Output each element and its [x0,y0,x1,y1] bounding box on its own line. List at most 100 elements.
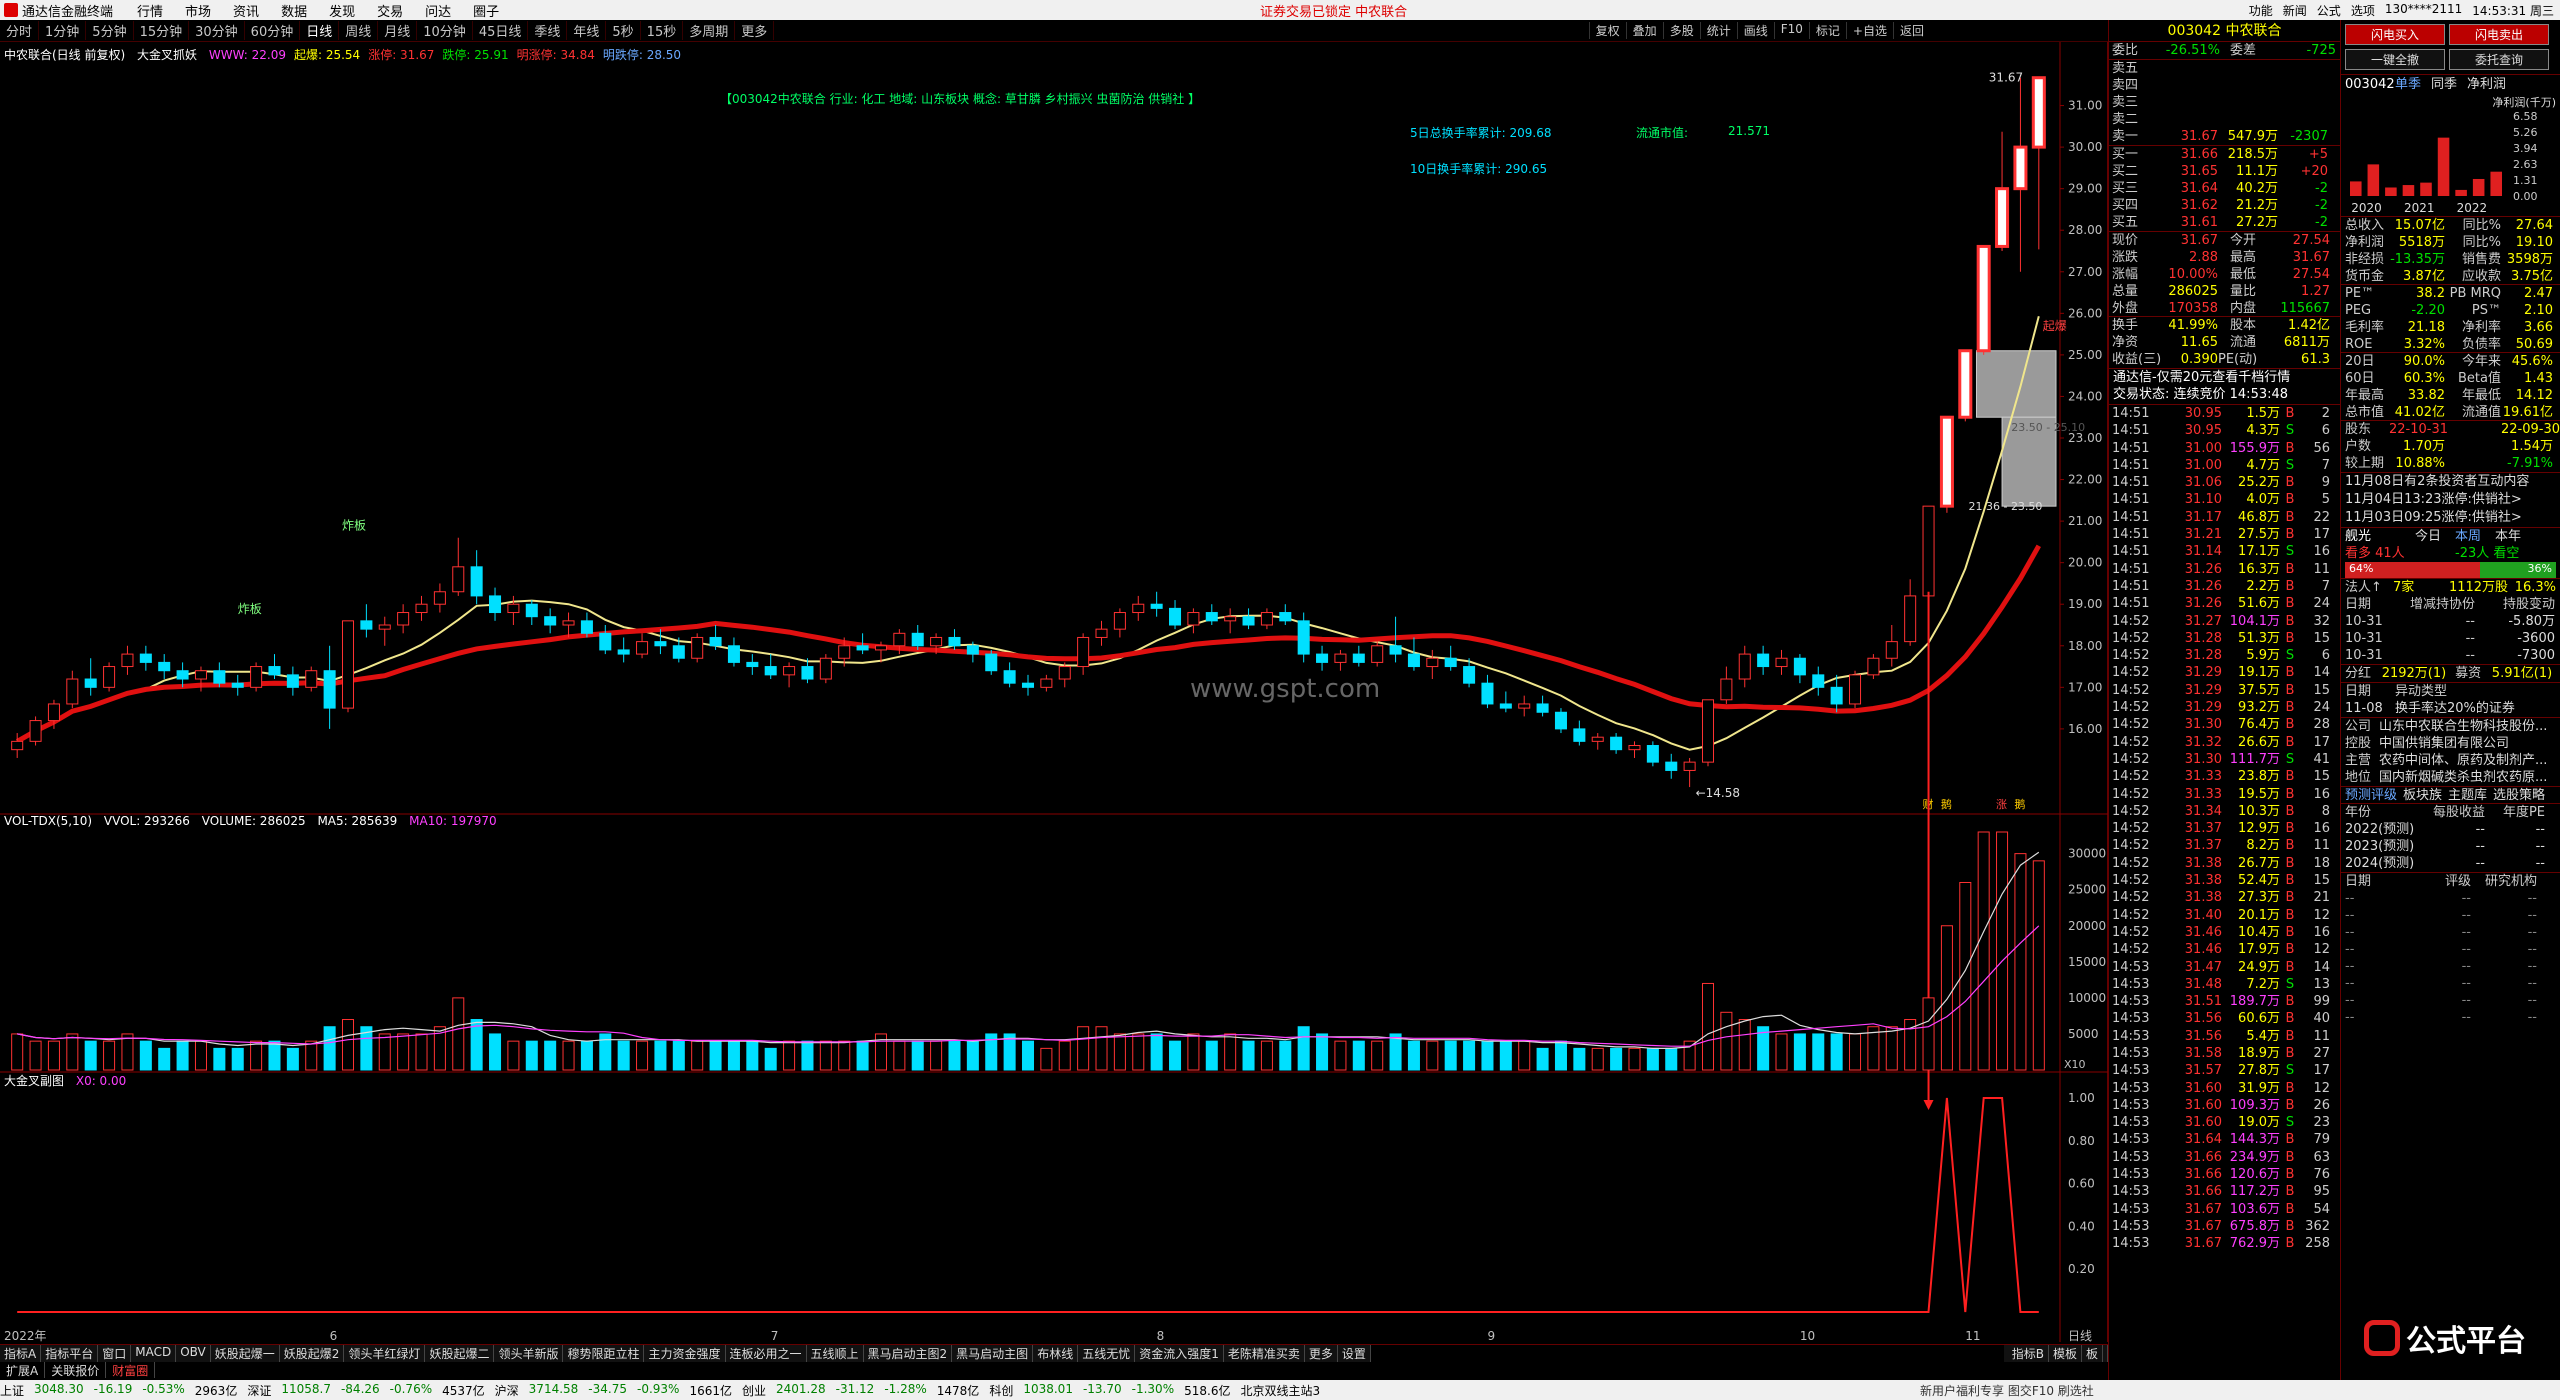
period-tab[interactable]: 周线 [339,21,379,40]
indicator-tab[interactable]: 连板必用之一 [725,1345,807,1362]
trade-button[interactable]: 闪电卖出 [2449,24,2549,45]
candle[interactable] [84,658,97,696]
indicator-tab[interactable]: 指标A [0,1345,42,1362]
period-tab[interactable]: 60分钟 [245,21,301,40]
candle[interactable] [286,666,299,696]
candle[interactable] [250,662,263,692]
indicator-tab[interactable]: 领头羊新版 [494,1345,564,1362]
candle[interactable] [1058,662,1071,688]
order-price[interactable]: 31.62 [2158,197,2218,214]
candle[interactable] [709,625,722,650]
candle[interactable] [1150,591,1163,617]
candle[interactable] [1573,720,1586,746]
title-right-item[interactable]: 130****2111 [2385,2,2462,19]
period-tab[interactable]: 5分钟 [86,21,134,40]
extension-tab[interactable]: 关联报价 [45,1362,107,1378]
menu-item[interactable]: 行情 [137,5,163,20]
indicator-tab[interactable]: 五线顺上 [806,1345,864,1362]
period-tab[interactable]: 季线 [528,21,568,40]
candle[interactable] [1757,645,1770,675]
candle[interactable] [1352,645,1365,667]
indicator-tab[interactable]: 五线无忧 [1078,1345,1136,1362]
candle[interactable] [1665,753,1678,779]
candle[interactable] [1279,604,1292,625]
candle[interactable] [819,654,832,684]
indicator-tab[interactable]: 指标平台 [41,1345,99,1362]
candle[interactable] [1169,600,1182,630]
candle[interactable] [1334,649,1347,671]
menu-item[interactable]: 数据 [281,5,307,20]
period-tab[interactable]: 45日线 [473,21,529,40]
candle[interactable] [1536,695,1549,717]
sentiment-today[interactable]: 今日 [2415,528,2455,545]
kline-chart[interactable]: 31.00 30.00 29.00 28.00 27.00 26.00 25.00 24.00… [0,42,2108,1342]
title-right-item[interactable]: 新闻 [2283,2,2307,19]
candle[interactable] [1444,645,1457,671]
chart-tool-button[interactable]: 复权 [1588,22,1626,39]
order-price[interactable] [2158,60,2218,77]
title-right-item[interactable]: 14:53:31 周三 [2472,2,2554,19]
candle[interactable] [2031,76,2046,250]
sentiment-week[interactable]: 本周 [2455,528,2495,545]
period-tab[interactable]: 更多 [735,21,775,40]
title-right-item[interactable]: 选项 [2351,2,2375,19]
candle[interactable] [397,604,410,634]
candle[interactable] [764,654,777,680]
f10-link[interactable]: 选股策略 [2493,787,2545,803]
sentiment-year[interactable]: 本年 [2495,528,2535,545]
candle[interactable] [985,649,998,675]
order-price[interactable]: 31.67 [2158,128,2218,145]
candle[interactable] [1775,649,1788,675]
indicator-tab[interactable]: 主力资金强度 [644,1345,726,1362]
candle[interactable] [1518,695,1531,717]
candle[interactable] [1260,608,1273,630]
candle[interactable] [1187,608,1200,634]
menu-item[interactable]: 问达 [425,5,451,20]
candle[interactable] [1738,645,1751,688]
news-list[interactable]: 11月08日有2条投资者互动内容 11月04日13:23涨停:供销社> 11月03日… [2341,472,2560,527]
trade-button[interactable]: 一键全撤 [2345,49,2445,70]
candle[interactable] [415,595,428,621]
candle[interactable] [378,616,391,646]
indicator-tab[interactable]: 妖股起爆2 [279,1345,345,1362]
f10-link[interactable]: 板块族 [2403,787,2442,803]
chart-tool-button[interactable]: 画线 [1736,22,1774,39]
candle[interactable] [1113,608,1126,638]
statusbar-promo[interactable]: 新用户福利专享 图交F10 刷选社 [1920,1382,2094,1399]
kline-chart-area[interactable]: 31.00 30.00 29.00 28.00 27.00 26.00 25.00 24.00… [0,42,2108,1342]
indicator-tab[interactable]: 资金流入强度1 [1135,1345,1224,1362]
candle[interactable] [1316,645,1329,671]
candle[interactable] [617,637,630,663]
period-tab[interactable]: 30分钟 [189,21,245,40]
candle[interactable] [1885,625,1898,667]
f10-link[interactable]: 预测评级 [2345,787,2397,803]
candle[interactable] [1242,608,1255,630]
candle[interactable] [433,583,446,613]
candle[interactable] [29,716,42,746]
order-price[interactable]: 31.65 [2158,163,2218,180]
indicator-tab[interactable]: 黑马启动主图2 [863,1345,953,1362]
candle[interactable] [1077,633,1090,675]
indicator-tab[interactable]: MACD [131,1345,177,1362]
order-price[interactable] [2158,77,2218,94]
period-tab[interactable]: 5秒 [606,21,641,40]
candle[interactable] [562,612,575,638]
candle[interactable] [103,662,116,692]
candle[interactable] [1297,612,1310,663]
candle[interactable] [1867,654,1880,680]
candle[interactable] [544,608,557,634]
period-tab[interactable]: 15秒 [641,21,684,40]
news-item[interactable]: 11月08日有2条投资者互动内容 [2341,473,2560,491]
f10-tab[interactable]: 单季 [2395,77,2421,92]
right-tab[interactable]: 指标B [2007,1345,2049,1362]
candle[interactable] [1701,699,1715,767]
candle[interactable] [305,666,318,692]
candle[interactable] [1995,131,2010,251]
candle[interactable] [1904,579,1917,646]
indicator-tab[interactable]: 领头羊红绿灯 [344,1345,426,1362]
candle[interactable] [1793,654,1806,684]
right-tab[interactable]: 板 [2081,1345,2103,1362]
chart-tool-button[interactable]: 统计 [1699,22,1737,39]
candle[interactable] [507,595,520,625]
candle[interactable] [1003,662,1016,688]
